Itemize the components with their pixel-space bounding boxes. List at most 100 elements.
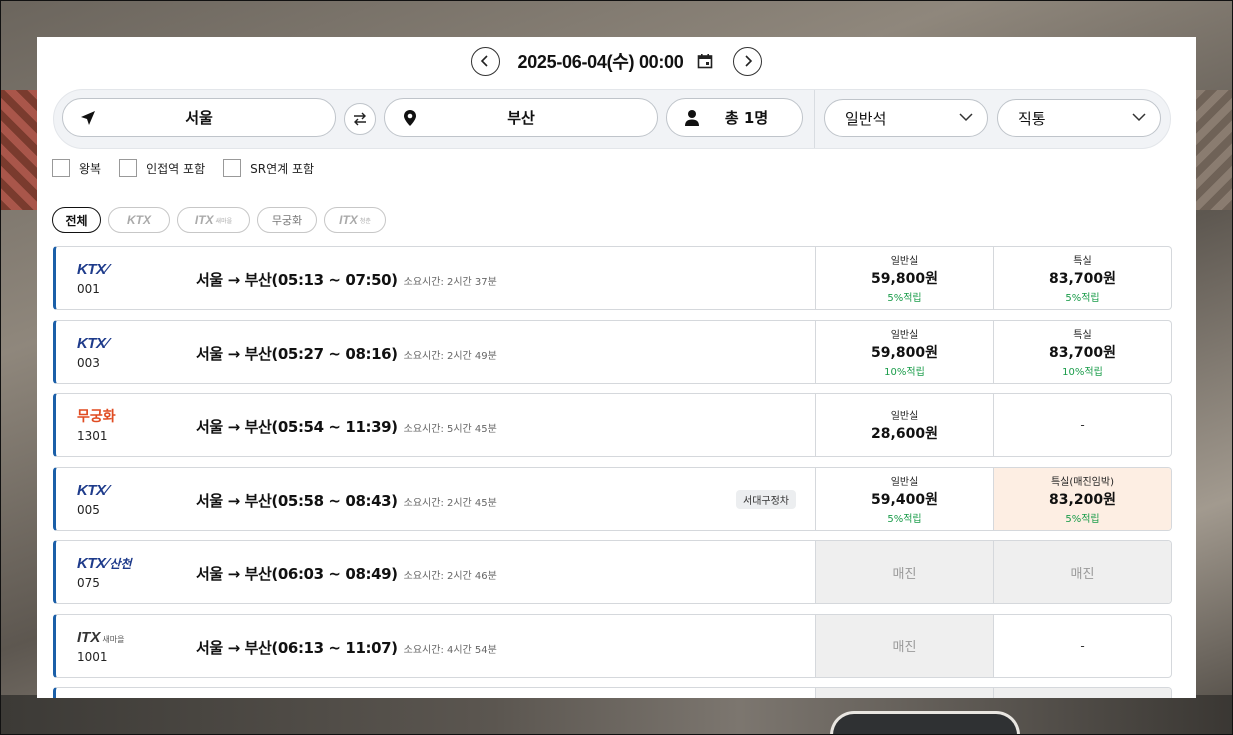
travel-duration: 소요시간: 2시간 37분 xyxy=(403,277,497,288)
route-info: 서울 → 부산(05:58 ~ 08:43) 소요시간: 2시간 45분 xyxy=(196,490,497,511)
point-rate: 5%적립 xyxy=(1065,293,1100,304)
stop-badge: 서대구정차 xyxy=(736,489,796,509)
general-seat-cell[interactable]: 일반실 59,400원 5%적립 xyxy=(815,467,993,530)
special-seat-cell[interactable]: 특실 83,700원 5%적립 xyxy=(993,247,1171,309)
itx-saemaeul-logo: ITX 새마을 xyxy=(77,628,125,646)
general-seat-cell-soldout: 매진 xyxy=(815,614,993,677)
route-info: 서울 → 부산(06:03 ~ 08:49) 소요시간: 2시간 46분 xyxy=(196,563,497,584)
cheongchun-sub-label: 청춘 xyxy=(359,217,371,225)
train-row[interactable]: KTX⁄ 001 서울 → 부산(05:13 ~ 07:50) 소요시간: 2시… xyxy=(53,246,1172,310)
train-number: 1301 xyxy=(77,429,108,443)
filter-mugunghwa[interactable]: 무궁화 xyxy=(257,207,317,233)
swap-stations-button[interactable] xyxy=(344,103,376,135)
general-seat-cell[interactable]: 일반실 59,800원 10%적립 xyxy=(815,320,993,383)
selected-date: 2025-06-04(수) 00:00 xyxy=(517,52,684,72)
travel-duration: 소요시간: 4시간 54분 xyxy=(403,644,497,656)
route-info: 서울 → 부산(05:54 ~ 11:39) 소요시간: 5시간 45분 xyxy=(196,416,497,437)
general-seat-cell[interactable]: 일반실 59,800원 5%적립 xyxy=(815,247,993,309)
chevron-right-icon xyxy=(745,55,753,67)
general-seat-cell[interactable]: 일반실 28,600원 xyxy=(815,394,993,456)
route-time: 서울 → 부산(05:13 ~ 07:50) xyxy=(196,271,398,289)
search-options: 왕복 인접역 포함 SR연계 포함 xyxy=(52,158,332,178)
itx-logo: ITX xyxy=(194,213,214,227)
special-price: 83,700원 xyxy=(1049,344,1116,361)
chevron-down-icon xyxy=(959,113,973,122)
point-rate: 5%적립 xyxy=(887,293,922,304)
itx-logo: ITX xyxy=(339,213,358,227)
point-rate: 10%적립 xyxy=(884,366,925,378)
filter-mugunghwa-label: 무궁화 xyxy=(271,214,303,227)
general-price: 59,400원 xyxy=(871,491,938,508)
seat-class-value: 일반석 xyxy=(845,109,887,128)
travel-duration: 소요시간: 2시간 46분 xyxy=(403,571,497,582)
filter-ktx[interactable]: KTX xyxy=(108,207,170,233)
chevron-down-icon xyxy=(1132,113,1146,122)
train-search-panel: 2025-06-04(수) 00:00 서울 부산 총 1명 일반석 직통 왕복… xyxy=(37,37,1196,698)
filter-itx-saemaeul[interactable]: ITX 새마을 xyxy=(177,207,250,233)
swap-icon xyxy=(354,112,366,126)
background-street xyxy=(0,695,1233,735)
route-info: 서울 → 부산(05:27 ~ 08:16) 소요시간: 2시간 49분 xyxy=(196,343,497,364)
train-number: 075 xyxy=(77,576,100,590)
train-row[interactable]: KTX⁄ 산천 075 서울 → 부산(06:03 ~ 08:49) 소요시간: … xyxy=(53,540,1172,604)
general-seat-cell-soldout: 매진 xyxy=(815,541,993,603)
train-row[interactable]: ITX 새마을 1001 서울 → 부산(06:13 ~ 11:07) 소요시간:… xyxy=(53,613,1172,678)
route-time: 서울 → 부산(06:13 ~ 11:07) xyxy=(196,638,398,657)
option-label: SR연계 포함 xyxy=(250,161,315,176)
special-seat-cell-soldout xyxy=(993,688,1171,698)
round-trip-checkbox[interactable] xyxy=(52,159,70,177)
arrival-station: 부산 xyxy=(507,109,535,127)
nearby-station-option[interactable]: 인접역 포함 xyxy=(119,159,205,177)
round-trip-option[interactable]: 왕복 xyxy=(52,159,101,177)
ktx-logo: KTX⁄ xyxy=(77,334,108,352)
train-number: 1001 xyxy=(77,649,108,664)
point-rate: 5%적립 xyxy=(887,513,922,525)
search-divider xyxy=(814,90,815,148)
next-date-button[interactable] xyxy=(733,46,763,76)
train-row[interactable]: KTX⁄ 003 서울 → 부산(05:27 ~ 08:16) 소요시간: 2시… xyxy=(53,319,1172,384)
train-number: 003 xyxy=(77,355,100,370)
background-arch-window xyxy=(830,711,1020,735)
route-time: 서울 → 부산(05:27 ~ 08:16) xyxy=(196,344,398,363)
sr-link-option[interactable]: SR연계 포함 xyxy=(223,159,314,177)
unavailable-dash: - xyxy=(1080,638,1085,653)
mugunghwa-logo: 무궁화 xyxy=(77,409,116,425)
special-seat-cell[interactable]: 특실 83,700원 10%적립 xyxy=(993,320,1171,383)
seat-class-select[interactable]: 일반석 xyxy=(824,99,988,137)
train-row[interactable]: KTX⁄ 005 서울 → 부산(05:58 ~ 08:43) 소요시간: 2시… xyxy=(53,466,1172,531)
special-seat-cell-near-soldout[interactable]: 특실(매진임박) 83,200원 5%적립 xyxy=(993,467,1171,530)
nearby-station-checkbox[interactable] xyxy=(119,159,138,177)
calendar-icon[interactable] xyxy=(697,53,713,69)
search-bar: 서울 부산 총 1명 일반석 직통 xyxy=(53,89,1171,149)
background-roof xyxy=(0,90,40,210)
travel-duration: 소요시간: 5시간 45분 xyxy=(403,424,497,435)
sr-link-checkbox[interactable] xyxy=(223,159,242,177)
route-time: 서울 → 부산(05:54 ~ 11:39) xyxy=(196,418,398,436)
passenger-count: 총 1명 xyxy=(724,109,769,127)
date-navigation: 2025-06-04(수) 00:00 xyxy=(37,46,1196,76)
general-seat-cell-soldout xyxy=(815,688,993,698)
filter-all[interactable]: 전체 xyxy=(52,207,101,233)
train-number: 005 xyxy=(77,502,100,517)
ktx-logo: KTX xyxy=(127,213,151,227)
point-rate: 5%적립 xyxy=(1065,513,1100,525)
special-price: 83,700원 xyxy=(1049,271,1116,287)
filter-itx-cheongchun[interactable]: ITX 청춘 xyxy=(324,207,386,233)
filter-all-label: 전체 xyxy=(65,213,88,228)
general-price: 59,800원 xyxy=(871,344,938,361)
departure-station: 서울 xyxy=(185,109,213,127)
departure-field[interactable]: 서울 xyxy=(62,98,336,137)
navigation-arrow-icon xyxy=(81,111,95,125)
train-row[interactable]: 무궁화 1301 서울 → 부산(05:54 ~ 11:39) 소요시간: 5시… xyxy=(53,393,1172,457)
arrival-field[interactable]: 부산 xyxy=(384,98,658,137)
chevron-left-icon xyxy=(480,55,488,67)
route-info: 서울 → 부산(06:13 ~ 11:07) 소요시간: 4시간 54분 xyxy=(196,637,497,658)
prev-date-button[interactable] xyxy=(470,46,500,76)
passenger-field[interactable]: 총 1명 xyxy=(666,98,803,137)
train-row-partial[interactable] xyxy=(53,687,1172,698)
route-info: 서울 → 부산(05:13 ~ 07:50) 소요시간: 2시간 37분 xyxy=(196,269,497,290)
unavailable-dash: - xyxy=(1080,418,1085,432)
route-type-select[interactable]: 직통 xyxy=(997,99,1161,137)
train-type-filters: 전체 KTX ITX 새마을 무궁화 ITX 청춘 xyxy=(52,207,386,233)
option-label: 인접역 포함 xyxy=(146,161,206,176)
